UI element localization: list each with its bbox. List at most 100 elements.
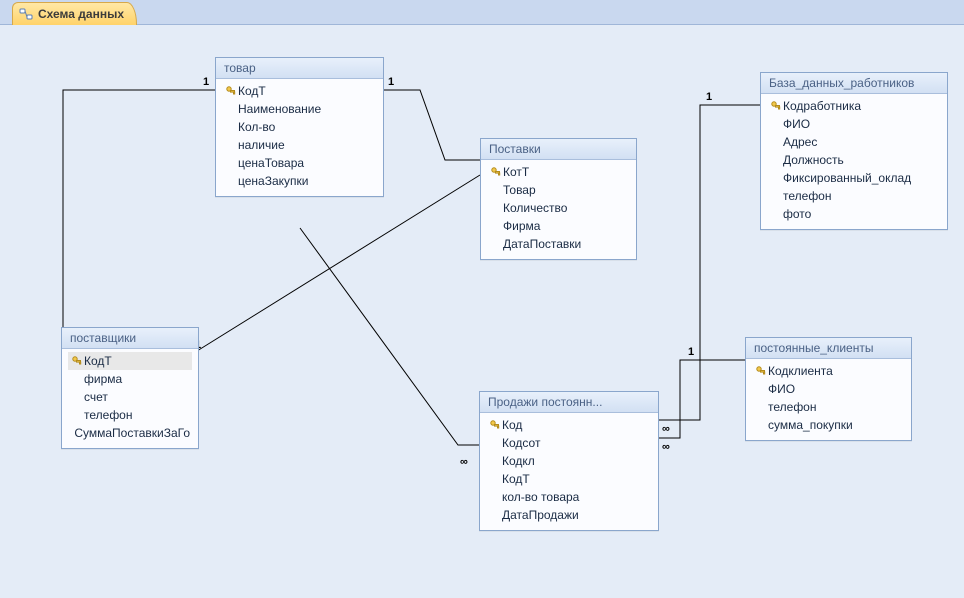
- field-name: телефон: [84, 408, 133, 422]
- card-label: 1: [388, 76, 394, 88]
- card-label: 1: [203, 76, 209, 88]
- field-row[interactable]: Фиксированный_оклад: [767, 169, 941, 187]
- field-row[interactable]: Адрес: [767, 133, 941, 151]
- table-tovar[interactable]: товар КодТ Наименование Кол-во наличие ц…: [215, 57, 384, 197]
- field-name: Фирма: [503, 219, 540, 233]
- table-title[interactable]: постоянные_клиенты: [746, 338, 911, 359]
- field-row[interactable]: сумма_покупки: [752, 416, 905, 434]
- field-row[interactable]: телефон: [68, 406, 192, 424]
- field-row[interactable]: кол-во товара: [486, 488, 652, 506]
- field-name: фирма: [84, 372, 122, 386]
- field-name: КодТ: [84, 354, 112, 368]
- field-row[interactable]: ценаТовара: [222, 154, 377, 172]
- key-icon: [769, 101, 783, 111]
- field-name: Количество: [503, 201, 567, 215]
- field-row[interactable]: Код: [486, 416, 652, 434]
- field-name: Фиксированный_оклад: [783, 171, 911, 185]
- field-name: Наименование: [238, 102, 321, 116]
- field-name: ФИО: [783, 117, 810, 131]
- field-name: КодТ: [238, 84, 266, 98]
- field-list: Кодклиента ФИО телефон сумма_покупки: [746, 359, 911, 440]
- field-name: КодТ: [502, 472, 530, 486]
- field-name: ФИО: [768, 382, 795, 396]
- field-list: КодТ фирма счет телефон СуммаПоставкиЗаГ…: [62, 349, 198, 448]
- field-row[interactable]: наличие: [222, 136, 377, 154]
- field-list: Код Кодсот Кодкл КодТ кол-во товара Дата…: [480, 413, 658, 530]
- key-icon: [70, 356, 84, 366]
- field-name: Кодкл: [502, 454, 535, 468]
- field-name: телефон: [783, 189, 832, 203]
- field-row[interactable]: ФИО: [752, 380, 905, 398]
- field-list: КотТ Товар Количество Фирма ДатаПоставки: [481, 160, 636, 259]
- relationships-icon: [19, 7, 33, 21]
- tab-label: Схема данных: [38, 7, 124, 21]
- field-row[interactable]: ФИО: [767, 115, 941, 133]
- field-row[interactable]: Количество: [487, 199, 630, 217]
- field-name проходят: СуммаПоставкиЗаГо: [74, 426, 190, 440]
- key-icon: [754, 366, 768, 376]
- table-postavki[interactable]: Поставки КотТ Товар Количество Фирма Дат…: [480, 138, 637, 260]
- field-row[interactable]: телефон: [767, 187, 941, 205]
- field-row[interactable]: КодТ: [486, 470, 652, 488]
- table-rabotniki[interactable]: База_данных_работников Кодработника ФИО …: [760, 72, 948, 230]
- field-row[interactable]: КодТ: [68, 352, 192, 370]
- field-row[interactable]: Наименование: [222, 100, 377, 118]
- table-prodazhi[interactable]: Продажи постоянн... Код Кодсот Кодкл Код…: [479, 391, 659, 531]
- tab-schema[interactable]: Схема данных: [12, 2, 137, 25]
- field-row[interactable]: фирма: [68, 370, 192, 388]
- key-icon: [489, 167, 503, 177]
- field-name: Товар: [503, 183, 536, 197]
- table-title[interactable]: База_данных_работников: [761, 73, 947, 94]
- field-list: КодТ Наименование Кол-во наличие ценаТов…: [216, 79, 383, 196]
- field-name: телефон: [768, 400, 817, 414]
- field-row[interactable]: счет: [68, 388, 192, 406]
- field-row[interactable]: Кодклиента: [752, 362, 905, 380]
- table-title[interactable]: поставщики: [62, 328, 198, 349]
- field-row[interactable]: ДатаПродажи: [486, 506, 652, 524]
- field-row[interactable]: Кол-во: [222, 118, 377, 136]
- field-row[interactable]: телефон: [752, 398, 905, 416]
- field-row[interactable]: СуммаПоставкиЗаГо: [68, 424, 192, 442]
- field-name: Кодсот: [502, 436, 540, 450]
- relation-postavshiki-postavki: [197, 175, 480, 351]
- field-row[interactable]: Кодработника: [767, 97, 941, 115]
- relation-tovar-postavshiki: 1 1: [63, 76, 215, 351]
- field-name: ДатаПродажи: [502, 508, 579, 522]
- field-row[interactable]: ДатаПоставки: [487, 235, 630, 253]
- field-row[interactable]: Кодсот: [486, 434, 652, 452]
- table-klienty[interactable]: постоянные_клиенты Кодклиента ФИО телефо…: [745, 337, 912, 441]
- field-row[interactable]: Кодкл: [486, 452, 652, 470]
- table-title[interactable]: Поставки: [481, 139, 636, 160]
- field-name: Кол-во: [238, 120, 275, 134]
- field-name: Должность: [783, 153, 844, 167]
- table-title[interactable]: Продажи постоянн...: [480, 392, 658, 413]
- schema-canvas[interactable]: 1 1 1 ∞ ∞ 1 ∞ 1: [0, 25, 964, 598]
- field-name: ценаТовара: [238, 156, 304, 170]
- field-row[interactable]: КодТ: [222, 82, 377, 100]
- field-name: Адрес: [783, 135, 817, 149]
- field-name: Кодработника: [783, 99, 861, 113]
- field-name: Код: [502, 418, 522, 432]
- relation-prodazhi-klienty: ∞ 1: [657, 346, 745, 453]
- field-name: Кодклиента: [768, 364, 833, 378]
- tab-strip: Схема данных: [0, 0, 964, 25]
- relation-tovar-postavki: 1: [382, 76, 480, 160]
- field-row[interactable]: Товар: [487, 181, 630, 199]
- field-name: ДатаПоставки: [503, 237, 581, 251]
- field-name: фото: [783, 207, 811, 221]
- field-row[interactable]: Должность: [767, 151, 941, 169]
- table-postavshiki[interactable]: поставщики КодТ фирма счет телефон Сумма…: [61, 327, 199, 449]
- field-name: КотТ: [503, 165, 529, 179]
- card-label: ∞: [662, 423, 670, 435]
- field-name: счет: [84, 390, 108, 404]
- field-row[interactable]: Фирма: [487, 217, 630, 235]
- field-list: Кодработника ФИО Адрес Должность Фиксиро…: [761, 94, 947, 229]
- field-row[interactable]: КотТ: [487, 163, 630, 181]
- field-row[interactable]: ценаЗакупки: [222, 172, 377, 190]
- field-name: кол-во товара: [502, 490, 579, 504]
- card-label: 1: [706, 91, 712, 103]
- table-title[interactable]: товар: [216, 58, 383, 79]
- field-row[interactable]: фото: [767, 205, 941, 223]
- field-name: наличие: [238, 138, 285, 152]
- card-label: 1: [688, 346, 694, 358]
